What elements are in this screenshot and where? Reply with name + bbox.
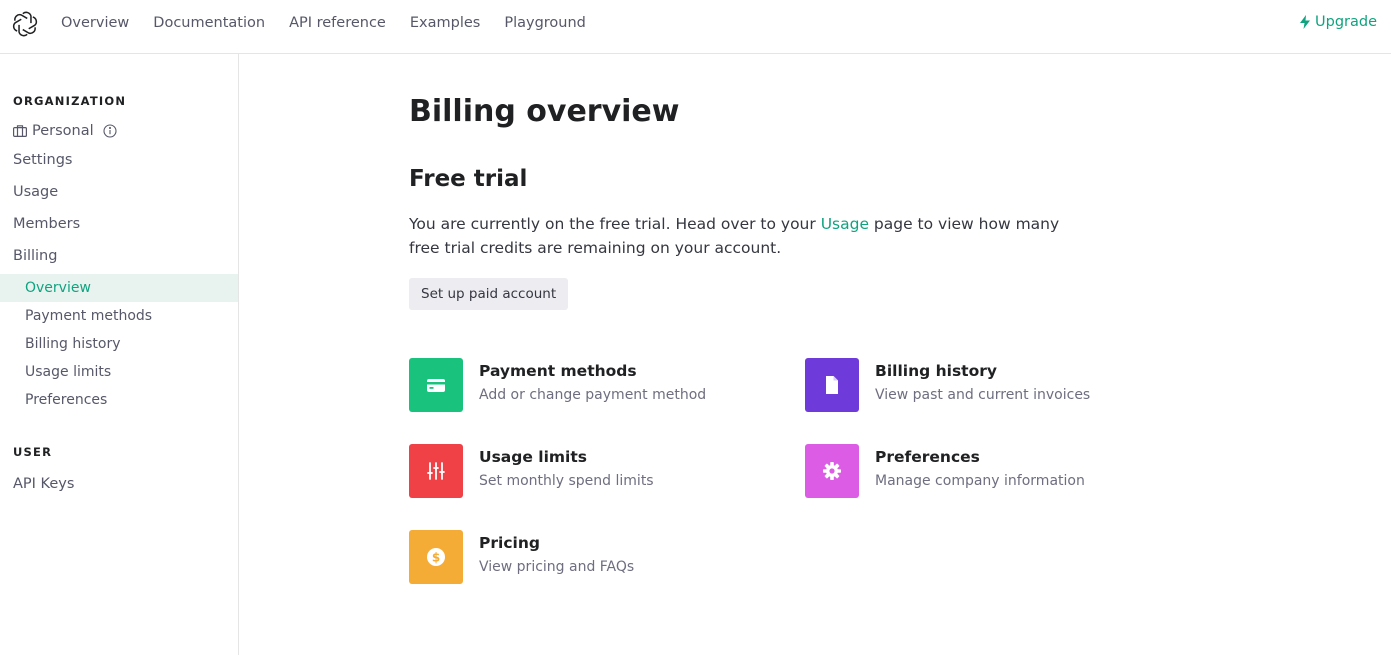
sidebar-item-personal[interactable]: Personal [13,123,117,139]
card-title: Billing history [875,362,997,380]
sidebar-item-members[interactable]: Members [13,216,80,232]
card-icon-box [409,444,463,498]
card-title: Payment methods [479,362,637,380]
card-description: Manage company information [875,473,1085,489]
card-title: Preferences [875,448,980,466]
card-description: View pricing and FAQs [479,559,635,575]
lightning-icon [1300,15,1310,29]
page-title: Billing overview [409,94,680,129]
card-description: Set monthly spend limits [479,473,654,489]
organization-heading: ORGANIZATION [13,94,127,108]
sidebar: ORGANIZATION Personal Settings Usage Mem… [0,54,239,655]
setup-paid-account-button[interactable]: Set up paid account [409,278,569,310]
nav-overview[interactable]: Overview [61,15,129,31]
card-icon-box [409,358,463,412]
section-title: Free trial [409,166,528,192]
card-usage-limits[interactable]: Usage limits Set monthly spend limits [409,444,789,500]
sliders-icon [427,462,445,480]
card-payment-methods[interactable]: Payment methods Add or change payment me… [409,358,789,414]
document-icon [826,376,838,394]
gear-icon [823,462,841,480]
upgrade-link[interactable]: Upgrade [1299,14,1377,30]
card-preferences[interactable]: Preferences Manage company information [805,444,1185,500]
sidebar-item-settings[interactable]: Settings [13,152,72,168]
dollar-icon: $ [427,548,445,566]
nav-examples[interactable]: Examples [410,15,480,31]
sidebar-subitem-overview[interactable]: Overview [0,274,238,302]
para-text-before: You are currently on the free trial. Hea… [409,215,821,233]
user-heading: USER [13,445,53,459]
openai-logo-icon[interactable] [12,11,38,37]
card-description: View past and current invoices [875,387,1091,403]
info-icon[interactable] [103,124,117,138]
card-title: Pricing [479,534,540,552]
free-trial-description: You are currently on the free trial. Hea… [409,212,1069,260]
card-pricing[interactable]: $ Pricing View pricing and FAQs [409,530,789,586]
credit-card-icon [427,379,445,392]
sidebar-item-api-keys[interactable]: API Keys [13,476,74,492]
card-description: Add or change payment method [479,387,707,403]
card-icon-box: $ [409,530,463,584]
card-icon-box [805,358,859,412]
briefcase-icon [13,125,27,137]
card-icon-box [805,444,859,498]
sidebar-item-billing[interactable]: Billing [13,248,57,264]
top-navigation: Overview Documentation API reference Exa… [0,0,1391,54]
sidebar-subitem-billing-history[interactable]: Billing history [0,330,238,358]
svg-text:$: $ [432,550,440,564]
nav-api-reference[interactable]: API reference [289,15,386,31]
sidebar-item-personal-label: Personal [32,123,94,139]
card-title: Usage limits [479,448,588,466]
nav-links: Overview Documentation API reference Exa… [61,0,610,46]
upgrade-label: Upgrade [1315,14,1377,30]
nav-documentation[interactable]: Documentation [153,15,265,31]
card-billing-history[interactable]: Billing history View past and current in… [805,358,1185,414]
sidebar-subitem-preferences[interactable]: Preferences [0,386,238,414]
usage-link[interactable]: Usage [821,215,869,233]
sidebar-subitem-payment-methods[interactable]: Payment methods [0,302,238,330]
sidebar-item-usage[interactable]: Usage [13,184,58,200]
nav-playground[interactable]: Playground [504,15,586,31]
sidebar-subitem-usage-limits[interactable]: Usage limits [0,358,238,386]
